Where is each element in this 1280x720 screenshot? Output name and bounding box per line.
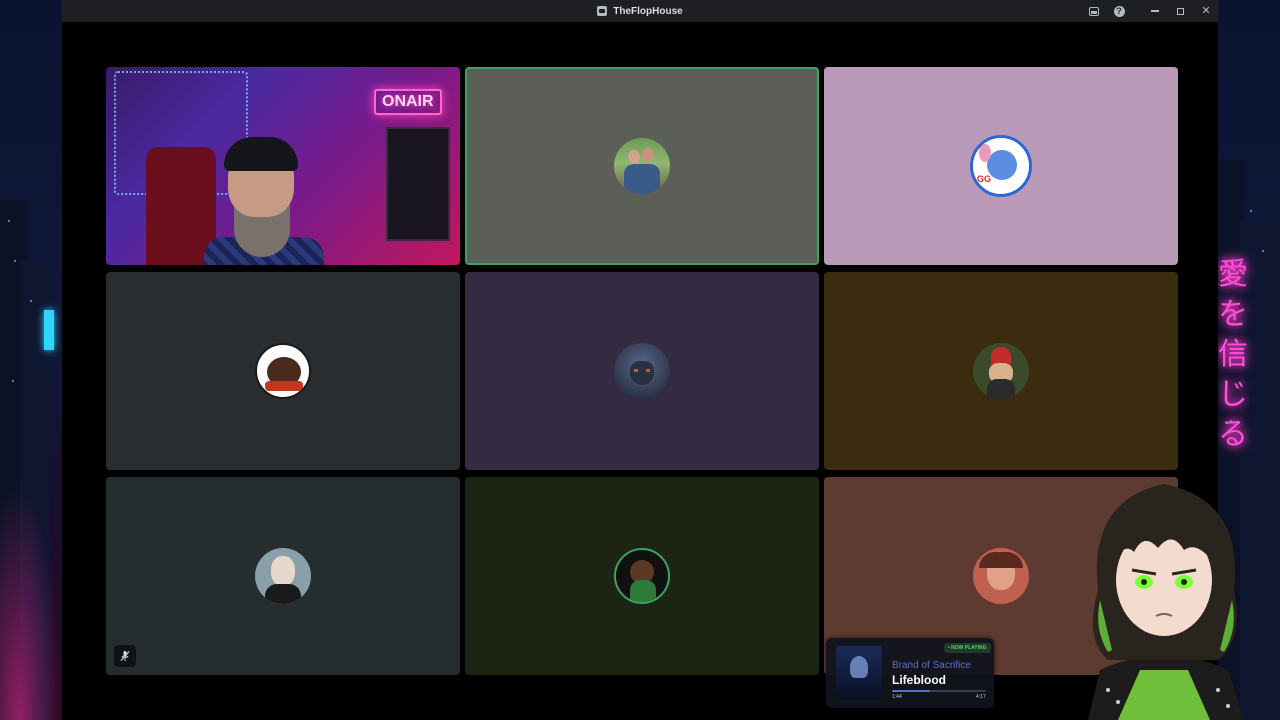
inbox-icon [1089, 6, 1099, 16]
help-icon: ? [1113, 5, 1125, 17]
neon-sign [44, 310, 54, 350]
vtuber-avatar-overlay [1088, 484, 1244, 720]
participant-avatar [614, 548, 670, 604]
participant-avatar [973, 343, 1029, 399]
maximize-button[interactable] [1173, 4, 1187, 18]
japanese-neon-sign: 愛を信じる [1218, 257, 1248, 452]
muted-mic-icon [120, 651, 130, 661]
participant-avatar [614, 343, 670, 399]
maximize-icon [1176, 7, 1184, 15]
participant-tile-speaking[interactable] [465, 67, 819, 265]
close-icon: ✕ [1201, 4, 1211, 17]
album-art [836, 646, 882, 700]
participant-tile[interactable]: GG [824, 67, 1178, 265]
help-button[interactable]: ? [1112, 4, 1126, 18]
on-air-sign: ONAIR [374, 89, 442, 115]
participant-beanie [224, 137, 298, 171]
participant-avatar [255, 343, 311, 399]
chalkboard [386, 127, 450, 241]
title-bar: TheFlopHouse ? ✕ [62, 0, 1218, 22]
track-progress-bar [892, 690, 986, 692]
app-icon [597, 6, 608, 16]
participant-tile[interactable] [106, 272, 460, 470]
window-title: TheFlopHouse [613, 5, 683, 17]
participant-tile[interactable] [824, 272, 1178, 470]
participant-tile[interactable] [465, 477, 819, 675]
track-duration: 4:17 [976, 694, 986, 700]
mute-button[interactable] [114, 645, 136, 667]
inbox-button[interactable] [1087, 4, 1101, 18]
now-playing-widget: • NOW PLAYING Brand of Sacrifice Lifeblo… [826, 638, 994, 708]
participant-avatar [973, 548, 1029, 604]
track-progress-fill [892, 690, 930, 692]
track-elapsed: 1:44 [892, 694, 902, 700]
now-playing-badge: • NOW PLAYING [944, 643, 991, 653]
participant-avatar [614, 138, 670, 194]
participant-tile-video[interactable]: ONAIR [106, 67, 460, 265]
close-button[interactable]: ✕ [1199, 4, 1213, 18]
minimize-button[interactable] [1148, 4, 1162, 18]
track-title: Lifeblood [892, 673, 946, 687]
minimize-icon [1151, 10, 1159, 12]
participant-tile[interactable] [465, 272, 819, 470]
participant-tile[interactable] [106, 477, 460, 675]
neon-glow [0, 480, 62, 720]
participant-avatar: GG [970, 135, 1032, 197]
participant-avatar [255, 548, 311, 604]
track-artist: Brand of Sacrifice [892, 660, 971, 671]
